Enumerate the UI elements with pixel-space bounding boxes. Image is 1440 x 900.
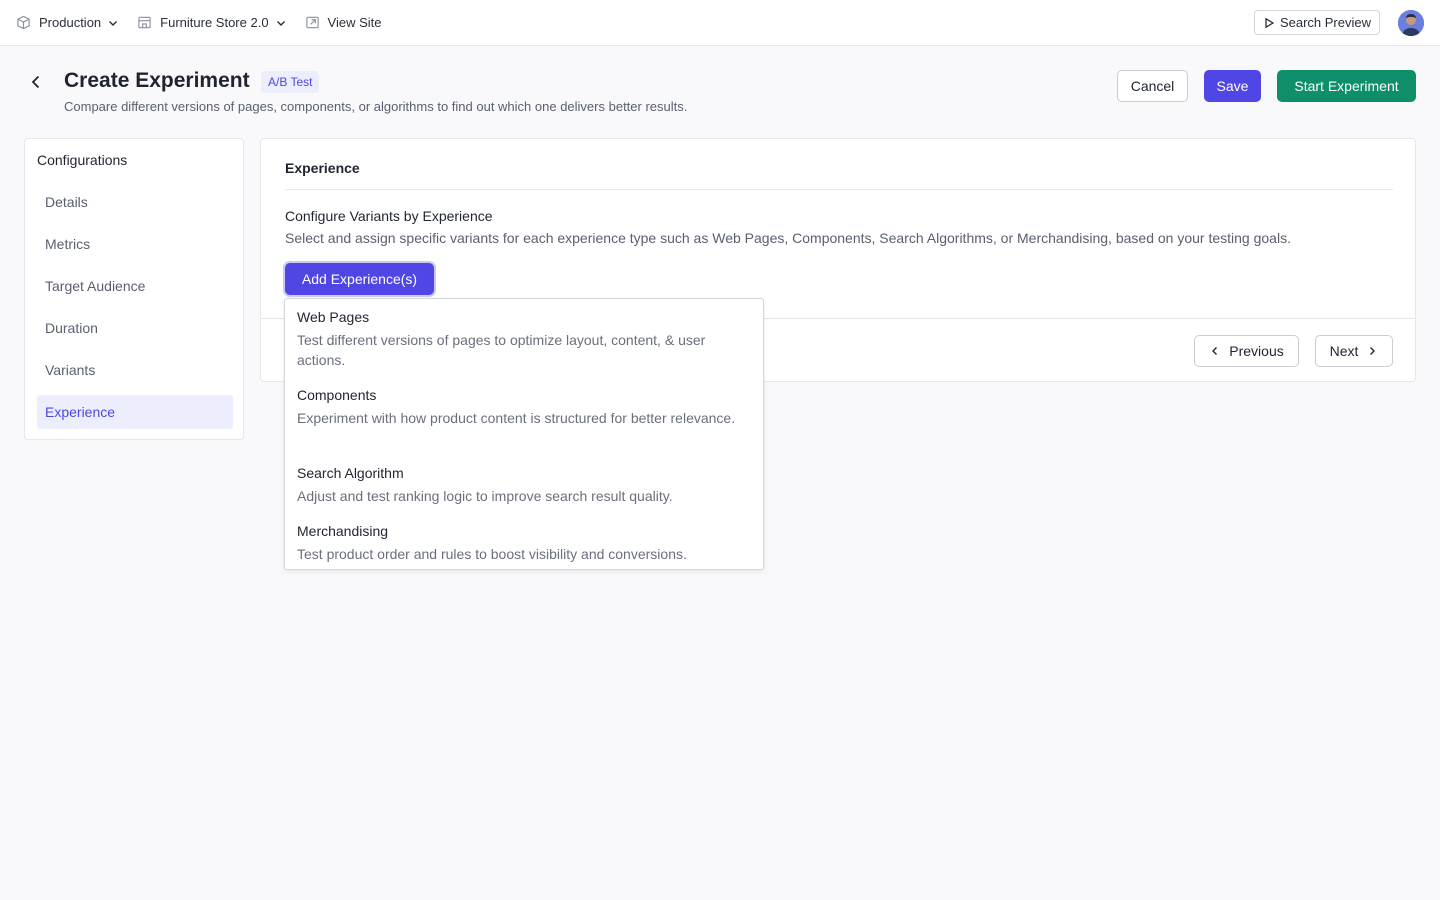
- next-label: Next: [1329, 343, 1359, 359]
- menu-item-description: Test different versions of pages to opti…: [297, 332, 706, 368]
- page-subtitle: Compare different versions of pages, com…: [64, 99, 688, 114]
- view-site-link[interactable]: View Site: [305, 15, 382, 30]
- search-preview-button[interactable]: Search Preview: [1253, 10, 1380, 35]
- sidebar-item-variants[interactable]: Variants: [37, 353, 233, 387]
- configurations-sidebar: Configurations Details Metrics Target Au…: [24, 138, 244, 440]
- menu-item-web-pages[interactable]: Web Pages Test different versions of pag…: [297, 308, 747, 370]
- menu-item-search-algorithm[interactable]: Search Algorithm Adjust and test ranking…: [297, 464, 747, 506]
- previous-label: Previous: [1229, 343, 1284, 359]
- previous-button[interactable]: Previous: [1194, 335, 1299, 367]
- sidebar-item-experience[interactable]: Experience: [37, 395, 233, 429]
- chevron-right-icon: [1370, 347, 1376, 355]
- menu-item-description: Adjust and test ranking logic to improve…: [297, 488, 673, 504]
- chevron-down-icon: [109, 20, 118, 26]
- add-experience-button[interactable]: Add Experience(s): [285, 263, 434, 295]
- view-site-label: View Site: [327, 15, 382, 30]
- chevron-left-icon: [31, 75, 40, 89]
- sidebar-item-details[interactable]: Details: [37, 185, 233, 219]
- divider: [285, 189, 1393, 190]
- experience-dropdown-menu: Web Pages Test different versions of pag…: [284, 298, 764, 570]
- external-link-icon: [305, 16, 319, 29]
- save-button[interactable]: Save: [1204, 70, 1261, 102]
- menu-item-components[interactable]: Components Experiment with how product c…: [297, 386, 747, 428]
- menu-item-title: Components: [297, 387, 377, 403]
- avatar[interactable]: [1398, 9, 1424, 36]
- store-selector[interactable]: Furniture Store 2.0: [137, 15, 286, 30]
- menu-item-title: Search Algorithm: [297, 465, 404, 481]
- environment-selector[interactable]: Production: [16, 15, 119, 30]
- play-icon: [1265, 17, 1275, 28]
- section-title: Configure Variants by Experience: [285, 208, 493, 224]
- top-bar: Production Furniture Store 2.0 View Site…: [0, 0, 1440, 46]
- sidebar-item-target-audience[interactable]: Target Audience: [37, 269, 233, 303]
- card-heading: Experience: [285, 160, 360, 176]
- menu-item-merchandising[interactable]: Merchandising Test product order and rul…: [297, 522, 747, 564]
- experiment-type-badge: A/B Test: [261, 71, 320, 93]
- chevron-down-icon: [276, 20, 285, 26]
- start-experiment-button[interactable]: Start Experiment: [1277, 70, 1416, 102]
- menu-item-description: Test product order and rules to boost vi…: [297, 546, 687, 562]
- sidebar-item-metrics[interactable]: Metrics: [37, 227, 233, 261]
- menu-item-title: Web Pages: [297, 309, 370, 325]
- sidebar-item-duration[interactable]: Duration: [37, 311, 233, 345]
- store-icon: [138, 16, 151, 29]
- store-label: Furniture Store 2.0: [160, 15, 269, 30]
- cube-icon: [17, 15, 30, 30]
- sidebar-nav: Details Metrics Target Audience Duration…: [37, 185, 233, 437]
- user-avatar-icon: [1398, 9, 1424, 36]
- next-button[interactable]: Next: [1315, 335, 1393, 367]
- search-preview-label: Search Preview: [1279, 15, 1371, 30]
- chevron-left-icon: [1212, 347, 1218, 355]
- back-button[interactable]: [26, 72, 46, 92]
- page-title: Create Experiment: [64, 69, 250, 92]
- menu-item-title: Merchandising: [297, 523, 389, 539]
- environment-label: Production: [39, 15, 102, 30]
- section-description: Select and assign specific variants for …: [285, 230, 1291, 246]
- cancel-button[interactable]: Cancel: [1117, 70, 1188, 102]
- menu-item-description: Experiment with how product content is s…: [297, 410, 736, 426]
- sidebar-title: Configurations: [37, 152, 128, 168]
